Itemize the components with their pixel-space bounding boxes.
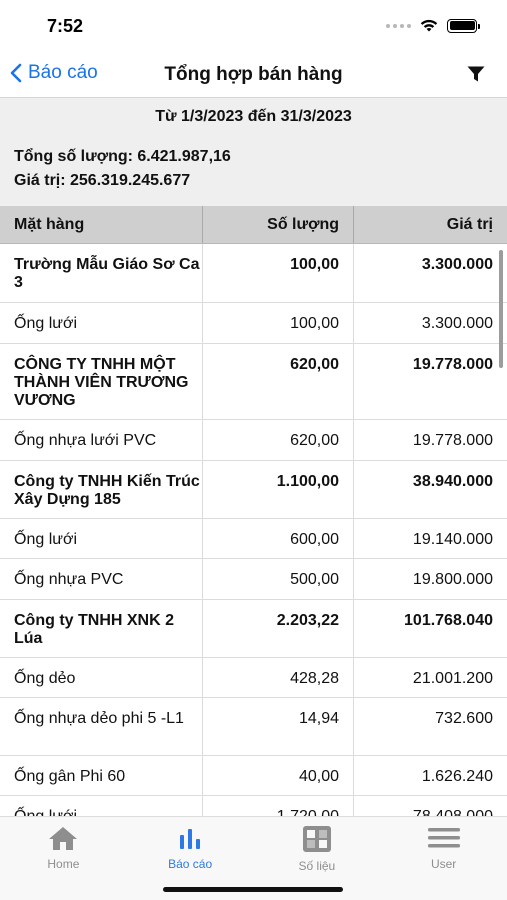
item-value: 3.300.000 — [421, 315, 493, 332]
item-value: 101.768.040 — [404, 612, 493, 629]
tab-home[interactable]: Home — [0, 817, 127, 900]
table-row-group[interactable]: Công ty TNHH Kiến Trúc Xây Dựng 185 1.10… — [0, 461, 507, 519]
column-header-value: Giá trị — [446, 216, 493, 233]
column-header-quantity: Số lượng — [203, 206, 354, 243]
home-icon — [49, 827, 78, 850]
item-name: Ống lưới — [0, 796, 203, 816]
item-name: Ống lưới — [0, 519, 203, 558]
date-range: Từ 1/3/2023 đến 31/3/2023 — [155, 108, 352, 125]
table-row[interactable]: Ống dẻo 428,28 21.001.200 — [0, 658, 507, 698]
tab-label: User — [430, 857, 457, 871]
wifi-icon — [420, 19, 438, 32]
item-value: 19.778.000 — [412, 432, 493, 449]
battery-icon — [447, 18, 480, 33]
item-quantity: 100,00 — [203, 303, 354, 343]
total-value: Giá trị: 256.319.245.677 — [14, 172, 191, 189]
tab-label: Báo cáo — [168, 857, 213, 871]
total-quantity: Tổng số lượng: 6.421.987,16 — [14, 148, 231, 165]
page-title: Tổng hợp bán hàng — [164, 64, 343, 85]
table-row[interactable]: Ống nhựa dẻo phi 5 -L1 14,94 732.600 — [0, 698, 507, 756]
item-name: Công ty TNHH Kiến Trúc Xây Dựng 185 — [0, 461, 203, 518]
table-row-group[interactable]: CÔNG TY TNHH MỘT THÀNH VIÊN TRƯƠNG VƯƠNG… — [0, 344, 507, 420]
item-name: Ống gân Phi 60 — [0, 756, 203, 795]
chart-icon — [180, 829, 201, 849]
filter-icon — [467, 66, 485, 82]
tab-label: Home — [47, 857, 80, 871]
item-value: 1.626.240 — [421, 768, 493, 785]
status-icons — [386, 18, 480, 33]
signal-icon — [386, 23, 411, 28]
filter-button[interactable] — [467, 66, 485, 88]
item-name: Ống nhựa dẻo phi 5 -L1 — [0, 698, 203, 755]
table-row[interactable]: Ống nhựa lưới PVC 620,00 19.778.000 — [0, 420, 507, 461]
item-quantity: 428,28 — [203, 658, 354, 697]
item-value: 78.408.000 — [354, 796, 507, 816]
table-row[interactable]: Ống lưới 100,00 3.300.000 — [0, 303, 507, 344]
table-row[interactable]: Ống lưới 600,00 19.140.000 — [0, 519, 507, 559]
table-row[interactable]: Ống gân Phi 60 40,00 1.626.240 — [0, 756, 507, 796]
status-bar: 7:52 — [0, 0, 507, 52]
item-value: 21.001.200 — [412, 670, 493, 687]
item-value: 19.140.000 — [412, 531, 493, 548]
item-name: Ống dẻo — [0, 658, 203, 697]
tab-label: Số liệu — [298, 859, 336, 873]
home-indicator — [163, 887, 343, 892]
data-icon — [302, 826, 331, 852]
item-value: 38.940.000 — [412, 473, 493, 490]
menu-icon — [427, 828, 460, 848]
item-quantity: 40,00 — [203, 756, 354, 795]
table-row[interactable]: Ống lưới 1.720,00 78.408.000 — [0, 796, 507, 816]
item-value: 3.300.000 — [421, 256, 493, 273]
item-value: 19.778.000 — [412, 356, 493, 373]
item-name: Ống nhựa lưới PVC — [0, 420, 203, 460]
item-quantity: 500,00 — [203, 559, 354, 599]
item-name: Ống nhựa PVC — [0, 559, 203, 599]
item-quantity: 2.203,22 — [203, 600, 354, 657]
column-header-item: Mặt hàng — [0, 206, 203, 243]
tab-user[interactable]: User — [380, 817, 507, 900]
scroll-indicator[interactable] — [499, 250, 503, 368]
table-header: Mặt hàng Số lượng Giá trị — [0, 206, 507, 244]
summary-panel: Từ 1/3/2023 đến 31/3/2023 Tổng số lượng:… — [0, 98, 507, 206]
table-body[interactable]: Trường Mẫu Giáo Sơ Ca 3 100,00 3.300.000… — [0, 244, 507, 816]
item-quantity: 14,94 — [203, 698, 354, 755]
item-name: Công ty TNHH XNK 2 Lúa — [0, 600, 203, 657]
table-row-group[interactable]: Trường Mẫu Giáo Sơ Ca 3 100,00 3.300.000 — [0, 244, 507, 303]
item-quantity: 100,00 — [203, 244, 354, 302]
table-row-group[interactable]: Công ty TNHH XNK 2 Lúa 2.203,22 101.768.… — [0, 600, 507, 658]
item-quantity: 1.100,00 — [203, 461, 354, 518]
navigation-bar: Báo cáo Tổng hợp bán hàng — [0, 52, 507, 98]
table-row[interactable]: Ống nhựa PVC 500,00 19.800.000 — [0, 559, 507, 600]
item-value: 732.600 — [435, 710, 493, 727]
item-quantity: 620,00 — [203, 420, 354, 460]
item-quantity: 600,00 — [203, 519, 354, 558]
item-value: 19.800.000 — [412, 571, 493, 588]
item-name: Trường Mẫu Giáo Sơ Ca 3 — [0, 244, 203, 302]
item-quantity: 1.720,00 — [203, 796, 354, 816]
item-name: Ống lưới — [0, 303, 203, 343]
status-time: 7:52 — [47, 16, 84, 36]
item-quantity: 620,00 — [203, 344, 354, 419]
item-name: CÔNG TY TNHH MỘT THÀNH VIÊN TRƯƠNG VƯƠNG — [0, 344, 203, 419]
